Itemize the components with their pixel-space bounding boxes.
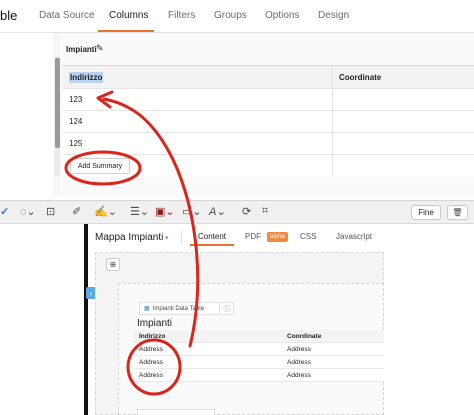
highlighter-icon[interactable]: ✐ [72, 205, 81, 218]
trash-icon[interactable]: 🗑 [447, 205, 468, 220]
tab-css[interactable]: CSS [300, 232, 316, 241]
tab-javascript[interactable]: Javascript [336, 232, 372, 241]
grid-cell[interactable]: 124 [63, 111, 333, 132]
component-cell: Address [139, 345, 163, 353]
pencil-icon[interactable]: ✎ [96, 43, 104, 54]
tab-groups[interactable]: Groups [214, 10, 247, 21]
scrollbar-thumb[interactable] [55, 58, 60, 148]
tab-options[interactable]: Options [265, 10, 299, 21]
component-header-row: Indirizzo Coordinate [133, 330, 384, 343]
font-icon[interactable]: A⌄ [209, 205, 226, 218]
component-cell: Address [287, 345, 311, 353]
border-color-icon[interactable]: ▣⌄ [155, 205, 175, 218]
done-button[interactable]: Fine [411, 205, 441, 220]
screenshot: ble Data Source Columns Filters Groups O… [0, 0, 474, 415]
component-cell: Address [139, 358, 163, 366]
editor-edge [84, 224, 88, 415]
info-icon[interactable]: ⓘ [219, 302, 234, 315]
grid-cell[interactable]: 125 [63, 133, 333, 154]
app-title-fragment: ble [0, 8, 18, 23]
grid-header-row: Indirizzo Coordinate [63, 66, 474, 89]
data-table-pill-label: Impianti Data Table [152, 305, 204, 312]
grid-header-coordinate[interactable]: Coordinate [333, 66, 474, 88]
grid-cell[interactable] [333, 111, 474, 132]
chevron-down-icon[interactable]: ▾ [165, 234, 169, 242]
active-tab-indicator [98, 30, 154, 32]
content-tab-indicator [190, 244, 234, 246]
grid-header-indirizzo[interactable]: Indirizzo [63, 66, 333, 88]
tab-columns[interactable]: Columns [109, 10, 148, 21]
grid-cell[interactable]: 123 [63, 89, 333, 110]
next-component-stub [137, 409, 215, 415]
section-label: Impianti [66, 45, 97, 54]
component-cell: Address [287, 358, 311, 366]
component-title: Impianti [137, 318, 173, 329]
table-row[interactable]: 123 [63, 89, 474, 111]
title-divider [181, 231, 182, 245]
component-header-indirizzo: Indirizzo [139, 332, 166, 340]
add-summary-button[interactable]: Add Summary [70, 158, 130, 174]
table-icon: ▦ [144, 306, 150, 312]
component-cell: Address [139, 371, 163, 379]
table-row: Address Address [133, 356, 384, 369]
line-style-icon[interactable]: ☰⌄ [130, 205, 149, 218]
editor-toolbar: ✓ ◌⌄ ⊡ ✐ ✍⌄ ☰⌄ ▣⌄ ▭⌄ A⌄ ⟳ ⌗ Fine 🗑 [0, 200, 474, 224]
component-table: Indirizzo Coordinate Address Address Add… [133, 330, 384, 382]
textbox-icon[interactable]: ⊡ [46, 205, 55, 218]
rotate-icon[interactable]: ⟳ [242, 205, 251, 218]
table-row[interactable]: 125 [63, 133, 474, 155]
tab-pdf[interactable]: PDF [245, 232, 261, 241]
grid-cell[interactable] [333, 133, 474, 154]
tab-content[interactable]: Content [198, 232, 226, 241]
grid-cell[interactable] [333, 89, 474, 110]
check-icon[interactable]: ✓ [0, 205, 9, 218]
tab-filters[interactable]: Filters [168, 10, 195, 21]
signature-icon[interactable]: ✍⌄ [94, 205, 117, 218]
component-header-coordinate: Coordinate [287, 332, 322, 340]
alpha-badge: alpha [267, 232, 288, 242]
left-gutter [0, 33, 55, 196]
table-row[interactable]: 124 [63, 111, 474, 133]
table-row: Address Address [133, 343, 384, 356]
top-tab-bar: ble Data Source Columns Filters Groups O… [0, 0, 474, 33]
crop-icon[interactable]: ⌗ [262, 205, 268, 218]
globe-icon[interactable]: ⊕ [106, 258, 120, 271]
table-row: Address Address [133, 369, 384, 382]
component-cell: Address [287, 371, 311, 379]
tab-design[interactable]: Design [318, 10, 349, 21]
report-title: Mappa Impianti [95, 232, 164, 243]
tab-data-source[interactable]: Data Source [39, 10, 95, 21]
fill-color-icon[interactable]: ▭⌄ [182, 205, 202, 218]
shapes-icon[interactable]: ◌⌄ [20, 205, 36, 218]
selected-header-text[interactable]: Indirizzo [69, 71, 104, 83]
